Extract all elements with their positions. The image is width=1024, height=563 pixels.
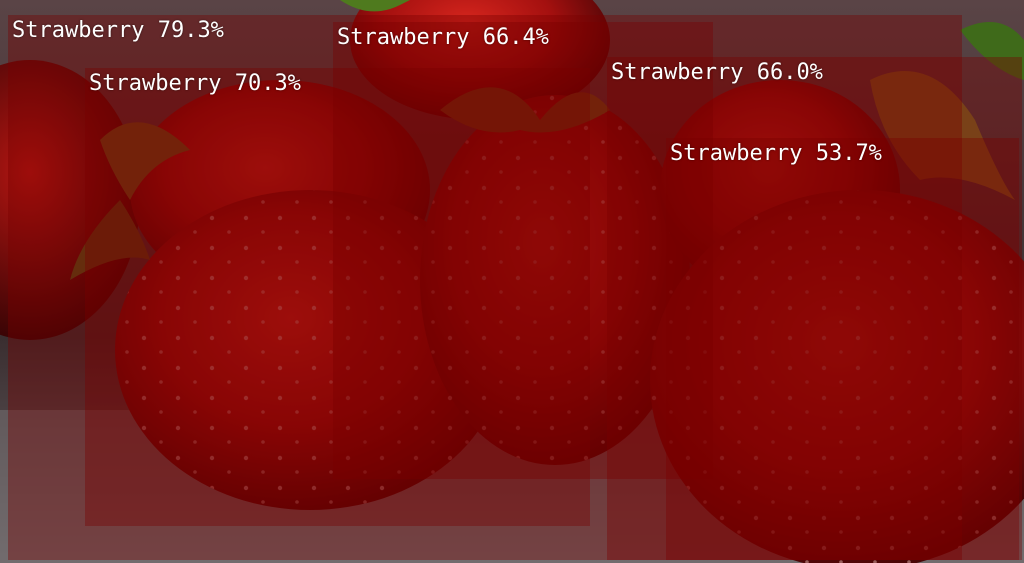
detection-box-5[interactable]: Strawberry 53.7% (666, 138, 1019, 560)
detection-score-2: 66.4% (482, 25, 549, 50)
detection-class-1: Strawberry (12, 18, 145, 43)
detection-class-5: Strawberry (670, 141, 803, 166)
detection-score-5: 53.7% (815, 141, 882, 166)
detection-label-1: Strawberry 79.3% (8, 15, 228, 47)
detection-class-4: Strawberry (611, 60, 744, 85)
detection-class-3: Strawberry (89, 71, 222, 96)
detection-box-3[interactable]: Strawberry 70.3% (85, 68, 590, 526)
detection-viewer: Strawberry 79.3% Strawberry 66.4% Strawb… (0, 0, 1024, 563)
detection-label-2: Strawberry 66.4% (333, 22, 553, 54)
detection-label-4: Strawberry 66.0% (607, 57, 827, 89)
detection-score-1: 79.3% (157, 18, 224, 43)
detection-label-5: Strawberry 53.7% (666, 138, 886, 170)
detection-label-3: Strawberry 70.3% (85, 68, 305, 100)
detection-score-4: 66.0% (756, 60, 823, 85)
detection-score-3: 70.3% (234, 71, 301, 96)
detection-class-2: Strawberry (337, 25, 470, 50)
